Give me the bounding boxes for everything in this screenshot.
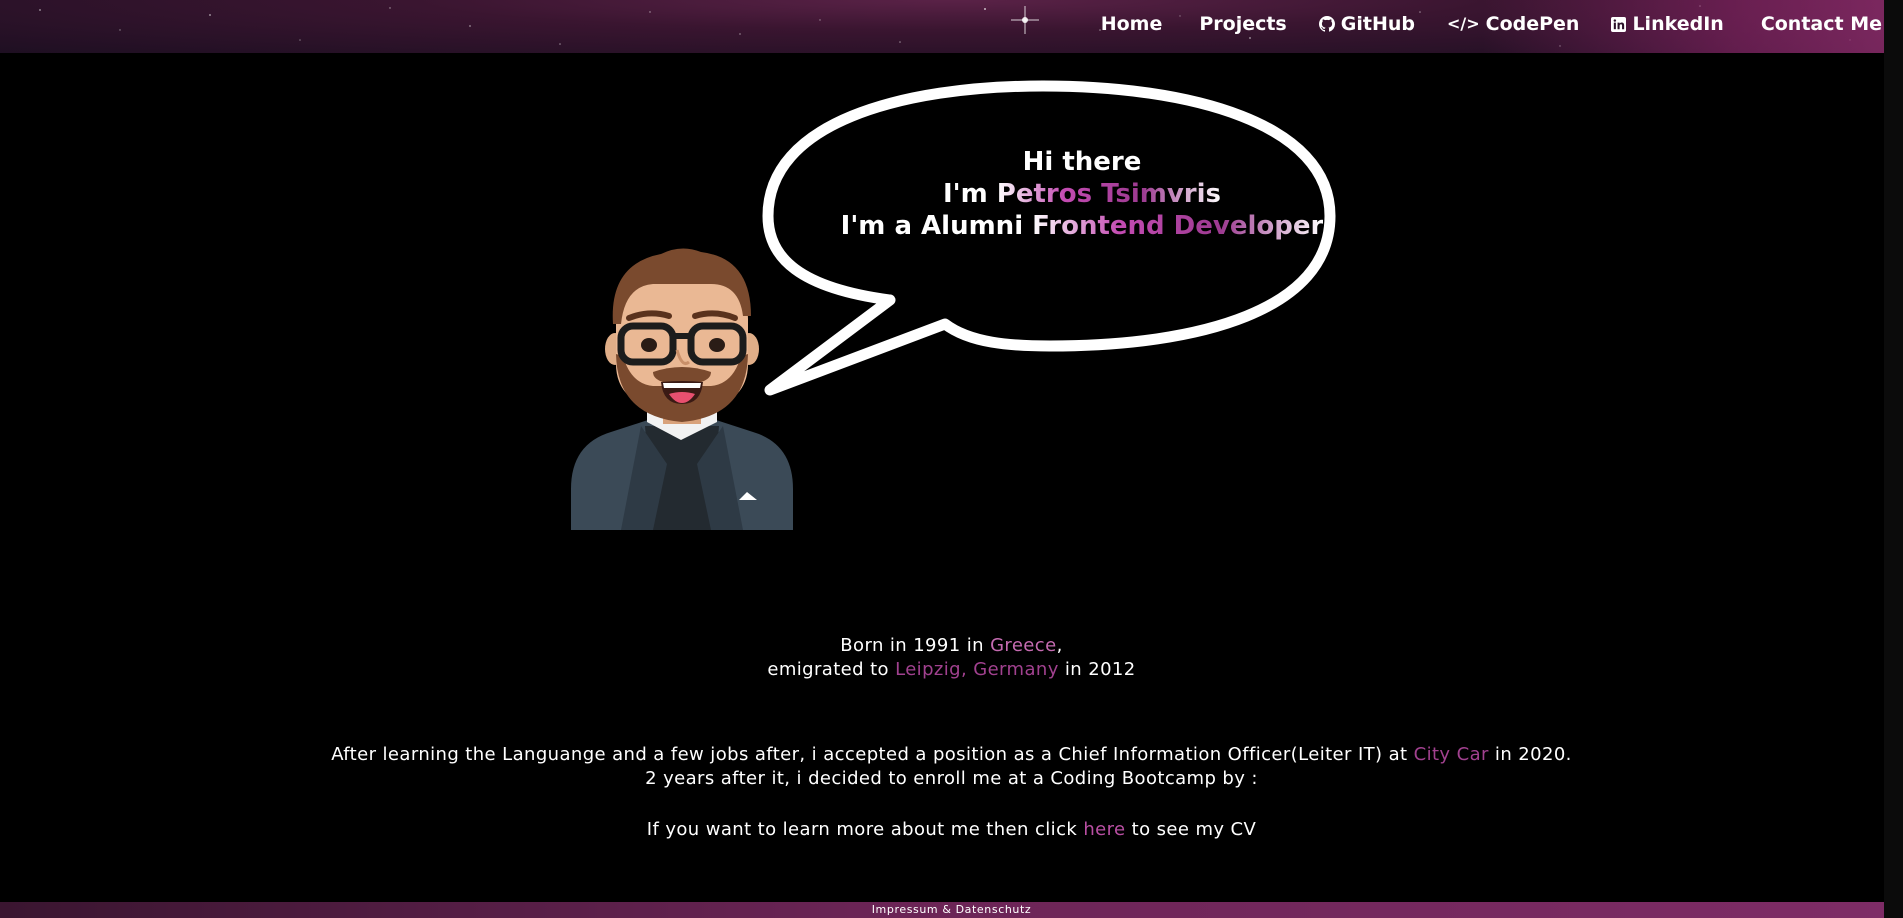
github-icon <box>1318 16 1335 32</box>
bio-born-prefix: Born in 1991 in <box>840 635 991 656</box>
hero-role: Frontend Developer <box>1032 211 1324 241</box>
nav-contact-link[interactable]: Contact Me <box>1761 13 1882 35</box>
nav-linkedin-label: LinkedIn <box>1632 13 1724 35</box>
bio-emigrated-prefix: emigrated to <box>767 659 896 680</box>
nav-home-link[interactable]: Home <box>1101 13 1163 35</box>
page-scrollbar[interactable] <box>1884 0 1903 918</box>
hero-line-hi: Hi there <box>1022 147 1142 177</box>
bio-bootcamp-line: 2 years after it, i decided to enroll me… <box>645 768 1258 789</box>
hero-role-prefix: I'm a Alumni <box>840 211 1033 241</box>
linkedin-icon <box>1611 16 1627 32</box>
bio-cv: If you want to learn more about me then … <box>0 818 1903 842</box>
cv-link[interactable]: here <box>1083 819 1125 840</box>
nav-projects-link[interactable]: Projects <box>1199 13 1286 35</box>
nav-github-link[interactable]: GitHub <box>1318 13 1415 35</box>
hero-name-prefix: I'm <box>942 179 997 209</box>
hero-line-name: I'm Petros Tsimvris <box>802 178 1362 210</box>
bio-emigrated-place: Leipzig, Germany <box>895 659 1059 680</box>
hero-greeting: Hi there I'm Petros Tsimvris I'm a Alumn… <box>802 146 1362 242</box>
hero-name: Petros Tsimvris <box>996 179 1222 209</box>
bio-cv-suffix: to see my CV <box>1125 819 1257 840</box>
bio-emigrated-line: emigrated to Leipzig, Germany in 2012 <box>0 658 1903 682</box>
bio-born-line: Born in 1991 in Greece, <box>0 634 1903 658</box>
footer-bar: Impressum & Datenschutz <box>0 902 1903 918</box>
bio-cv-prefix: If you want to learn more about me then … <box>646 819 1084 840</box>
nav-codepen-link[interactable]: </> CodePen <box>1447 13 1579 35</box>
bio-career-line: After learning the Languange and a few j… <box>0 743 1903 767</box>
nav-github-label: GitHub <box>1340 13 1415 35</box>
bio-born-country: Greece <box>990 635 1057 656</box>
code-icon: </> <box>1446 14 1480 33</box>
nav-linkedin-link[interactable]: LinkedIn <box>1611 13 1724 35</box>
bio-born-suffix: , <box>1056 635 1063 656</box>
bio-career-company: City Car <box>1413 744 1489 765</box>
bio-origin: Born in 1991 in Greece, emigrated to Lei… <box>0 634 1903 682</box>
nav-codepen-label: CodePen <box>1485 13 1580 35</box>
top-navbar: Home Projects GitHub </> CodePen LinkedI… <box>0 0 1903 53</box>
impressum-link[interactable]: Impressum & Datenschutz <box>0 903 1903 916</box>
bio-emigrated-suffix: in 2012 <box>1058 659 1136 680</box>
hero-line-role: I'm a Alumni Frontend Developer <box>802 210 1362 242</box>
bio-career: After learning the Languange and a few j… <box>0 743 1903 791</box>
bio-career-prefix: After learning the Languange and a few j… <box>331 744 1414 765</box>
bio-career-suffix: in 2020. <box>1488 744 1572 765</box>
main-nav: Home Projects GitHub </> CodePen LinkedI… <box>1101 0 1882 48</box>
